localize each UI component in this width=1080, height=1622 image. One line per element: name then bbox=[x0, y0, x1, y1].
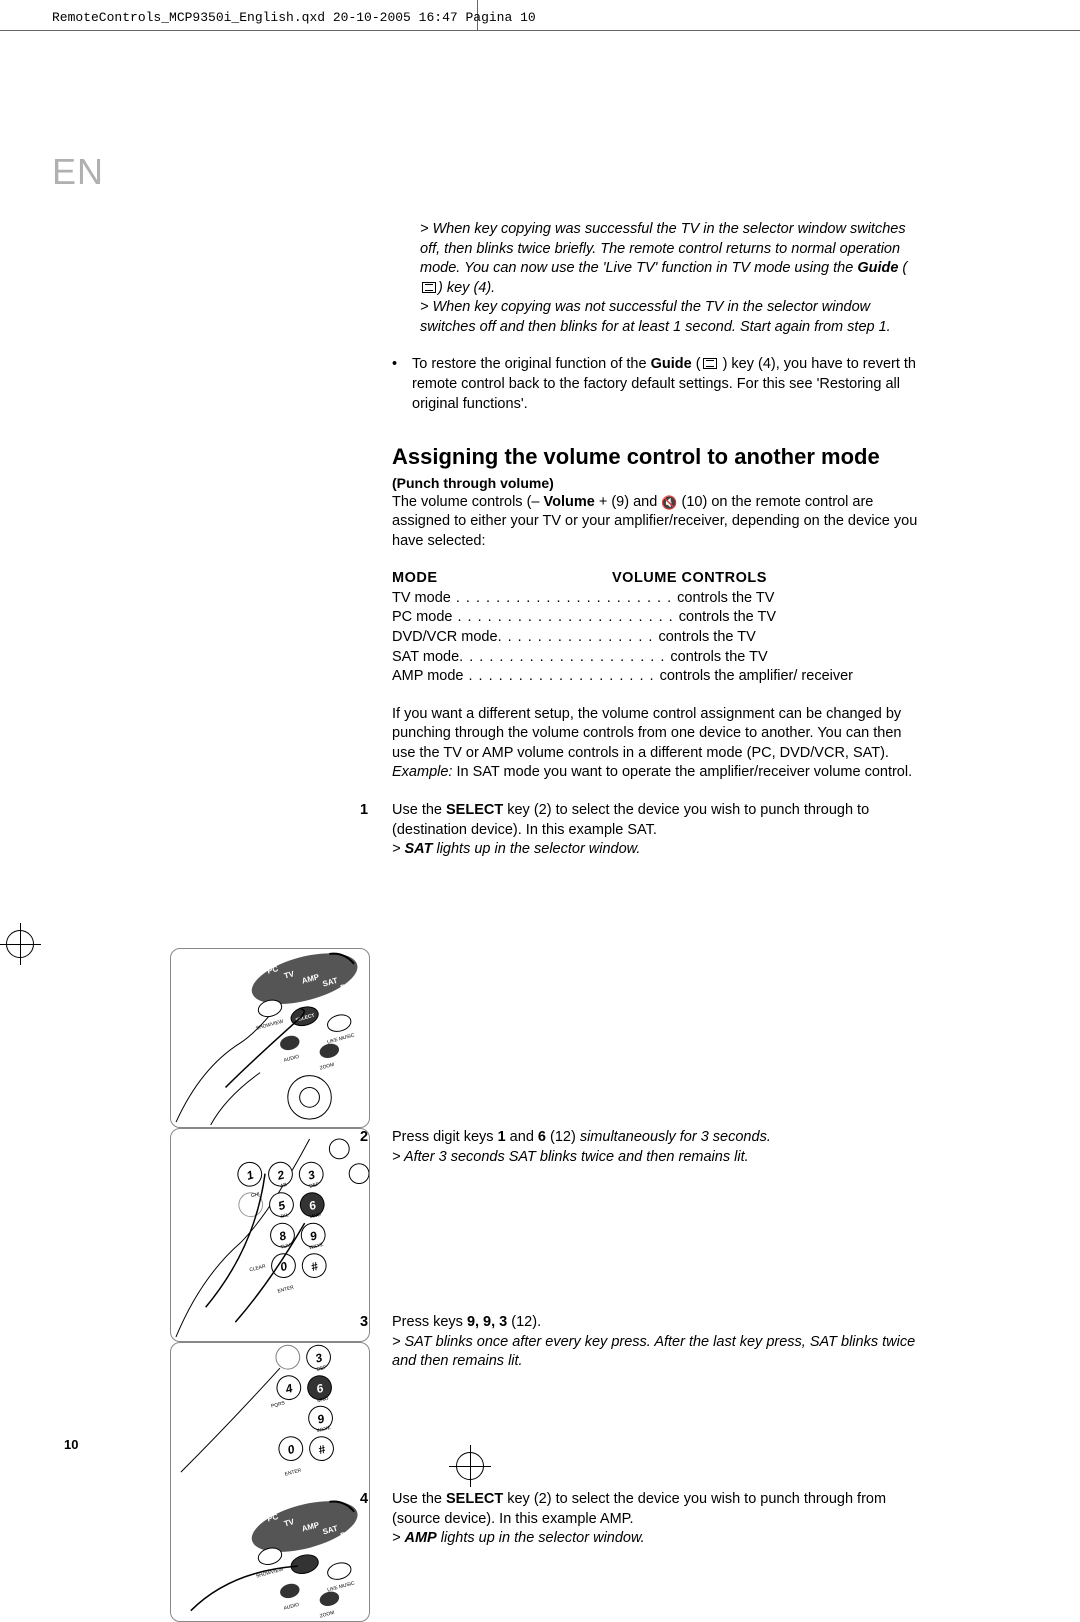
section-subhead: (Punch through volume) bbox=[392, 474, 920, 493]
step-3: 3 Press keys 9, 9, 3 (12). > SAT blinks … bbox=[392, 1313, 920, 1372]
svg-text:ENTER: ENTER bbox=[284, 1467, 302, 1477]
text: > When key copying was successful the TV… bbox=[420, 221, 906, 276]
text: To restore the original function of the bbox=[412, 356, 651, 372]
file-header: RemoteControls_MCP9350i_English.qxd 20-1… bbox=[52, 10, 536, 25]
step-result: > SAT blinks once after every key press.… bbox=[392, 1333, 920, 1372]
mode-table: MODEVOLUME CONTROLS TV mode . . . . . . … bbox=[392, 569, 920, 686]
table-row: TV mode . . . . . . . . . . . . . . . . … bbox=[392, 589, 920, 609]
svg-text:ZOOM: ZOOM bbox=[319, 1062, 335, 1072]
registration-mark-bottom bbox=[456, 1452, 484, 1480]
table-row: PC mode . . . . . . . . . . . . . . . . … bbox=[392, 608, 920, 628]
guide-word: Guide bbox=[651, 356, 692, 372]
select-word: SELECT bbox=[446, 802, 503, 818]
text: The volume controls (– bbox=[392, 494, 544, 510]
bullet-restore: • To restore the original function of th… bbox=[392, 355, 920, 414]
section-heading: Assigning the volume control to another … bbox=[392, 442, 920, 472]
main-content: > When key copying was successful the TV… bbox=[392, 220, 920, 860]
crop-line-top bbox=[0, 30, 1080, 31]
registration-mark-left bbox=[6, 930, 34, 958]
svg-text:PQRS: PQRS bbox=[271, 1400, 287, 1410]
table-row: SAT mode. . . . . . . . . . . . . . . . … bbox=[392, 648, 920, 668]
guide-word: Guide bbox=[857, 260, 898, 276]
svg-text:LIKE MUSIC: LIKE MUSIC bbox=[327, 1032, 356, 1045]
svg-text:ENTER: ENTER bbox=[277, 1284, 295, 1294]
step-2: 2 Press digit keys 1 and 6 (12) simultan… bbox=[392, 1128, 920, 1167]
step-number: 1 bbox=[360, 801, 392, 860]
result-copy-success: > When key copying was successful the TV… bbox=[420, 220, 920, 298]
example-line: Example: In SAT mode you want to operate… bbox=[392, 763, 920, 783]
language-badge: EN bbox=[52, 151, 104, 193]
step-1: 1 Use the SELECT key (2) to select the d… bbox=[360, 801, 920, 860]
svg-text:AUDIO: AUDIO bbox=[283, 1054, 300, 1064]
bullet-dot: • bbox=[392, 355, 412, 414]
page-number: 10 bbox=[64, 1437, 78, 1452]
guide-grid-icon bbox=[422, 282, 436, 293]
step-result: > After 3 seconds SAT blinks twice and t… bbox=[392, 1148, 920, 1168]
col-volume: VOLUME CONTROLS bbox=[612, 570, 767, 586]
illustration-step1: PC TV AMP SAT DVD SELECT SHOWVIEW LIKE M… bbox=[170, 948, 370, 1128]
text: key (4). bbox=[443, 280, 495, 296]
illustration-step3-4: 3DEF 4PQRS 6MNO 9WXYZ 0 # ENTER PC TV AM… bbox=[170, 1342, 370, 1622]
col-mode: MODE bbox=[392, 569, 612, 589]
step-4: 4 Use the SELECT key (2) to select the d… bbox=[392, 1490, 920, 1549]
svg-text:ZOOM: ZOOM bbox=[319, 1610, 335, 1620]
punch-through-paragraph: If you want a different setup, the volum… bbox=[392, 705, 920, 764]
svg-text:LIKE MUSIC: LIKE MUSIC bbox=[327, 1580, 356, 1593]
crop-tick-top bbox=[477, 0, 478, 30]
svg-text:SHOWVIEW: SHOWVIEW bbox=[255, 1019, 284, 1032]
guide-grid-icon bbox=[703, 358, 717, 369]
table-row: AMP mode . . . . . . . . . . . . . . . .… bbox=[392, 667, 920, 687]
svg-text:AUDIO: AUDIO bbox=[283, 1602, 300, 1612]
volume-word: Volume bbox=[544, 494, 595, 510]
illustration-step2: 1 2AB 3DEF GHI 5JKL 6MNO 8TUV 9WXYZ 0 # … bbox=[170, 1128, 370, 1342]
svg-text:CLEAR: CLEAR bbox=[249, 1263, 267, 1273]
text: + (9) and bbox=[595, 494, 662, 510]
intro-paragraph: The volume controls (– Volume + (9) and … bbox=[392, 493, 920, 552]
result-copy-fail: > When key copying was not successful th… bbox=[420, 298, 920, 337]
mute-icon: 🔇 bbox=[661, 494, 677, 512]
text: Use the bbox=[392, 802, 446, 818]
table-row: DVD/VCR mode. . . . . . . . . . . . . . … bbox=[392, 628, 920, 648]
